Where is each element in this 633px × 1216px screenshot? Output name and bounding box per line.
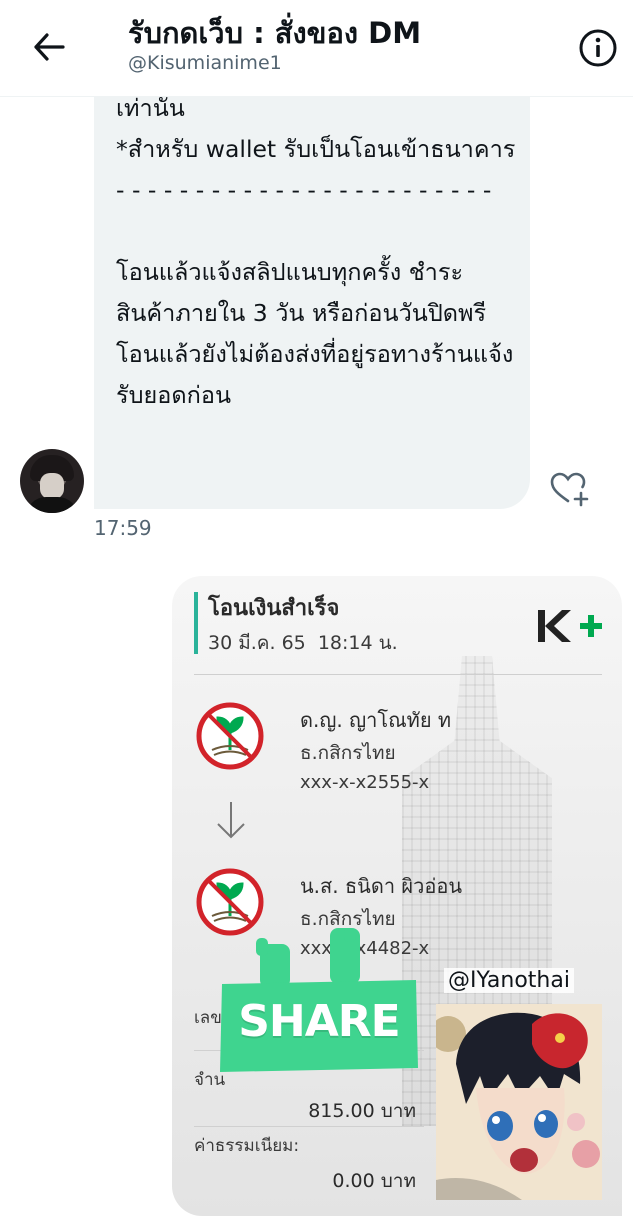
kbank-logo-icon [196,702,264,770]
slip-status: โอนเงินสำเร็จ [208,596,340,621]
sender-bank: ธ.กสิกรไทย [300,742,396,764]
avatar-face [40,473,64,499]
avatar-body [26,497,78,513]
recipient-name: น.ส. ธนิดา ผิวอ่อน [300,874,463,898]
conversation-header: รับกดเว็บ : สั่งของ DM @Kisumianime1 [0,0,633,97]
anime-character-image [436,1004,602,1200]
message-timestamp: 17:59 [94,516,152,540]
slip-divider [194,674,602,675]
slip-accent-bar [194,592,198,654]
watermark-handle: @IYanothai [444,968,574,993]
kplus-logo-icon [538,610,602,642]
fee-value: 0.00 บาท [332,1170,416,1192]
arrow-down-icon [217,802,245,839]
sender-account: xxx-x-x2555-x [300,772,430,793]
amount-value: 815.00 บาท [308,1100,416,1122]
received-message-text: เท่านั้น *สำหรับ wallet รับเป็นโอนเข้าธน… [116,94,516,409]
sender-name: ด.ญ. ญาโณทัย ท [300,708,452,732]
share-sticker-text: SHARE [238,996,401,1047]
conversation-title: รับกดเว็บ : สั่งของ DM [128,16,422,50]
kbank-logo-icon [196,868,264,936]
received-message-bubble[interactable]: เท่านั้น *สำหรับ wallet รับเป็นโอนเข้าธน… [94,78,530,509]
react-heart-icon[interactable] [548,468,590,510]
slip-row-divider [194,1126,424,1127]
conversation-handle: @Kisumianime1 [128,52,282,74]
slip-date: 30 มี.ค. 65 18:14 น. [208,632,398,654]
fee-label: ค่าธรรมเนียม: [194,1136,300,1156]
sender-avatar[interactable] [20,449,84,513]
info-icon[interactable] [576,26,620,70]
back-arrow-icon[interactable] [26,24,72,70]
